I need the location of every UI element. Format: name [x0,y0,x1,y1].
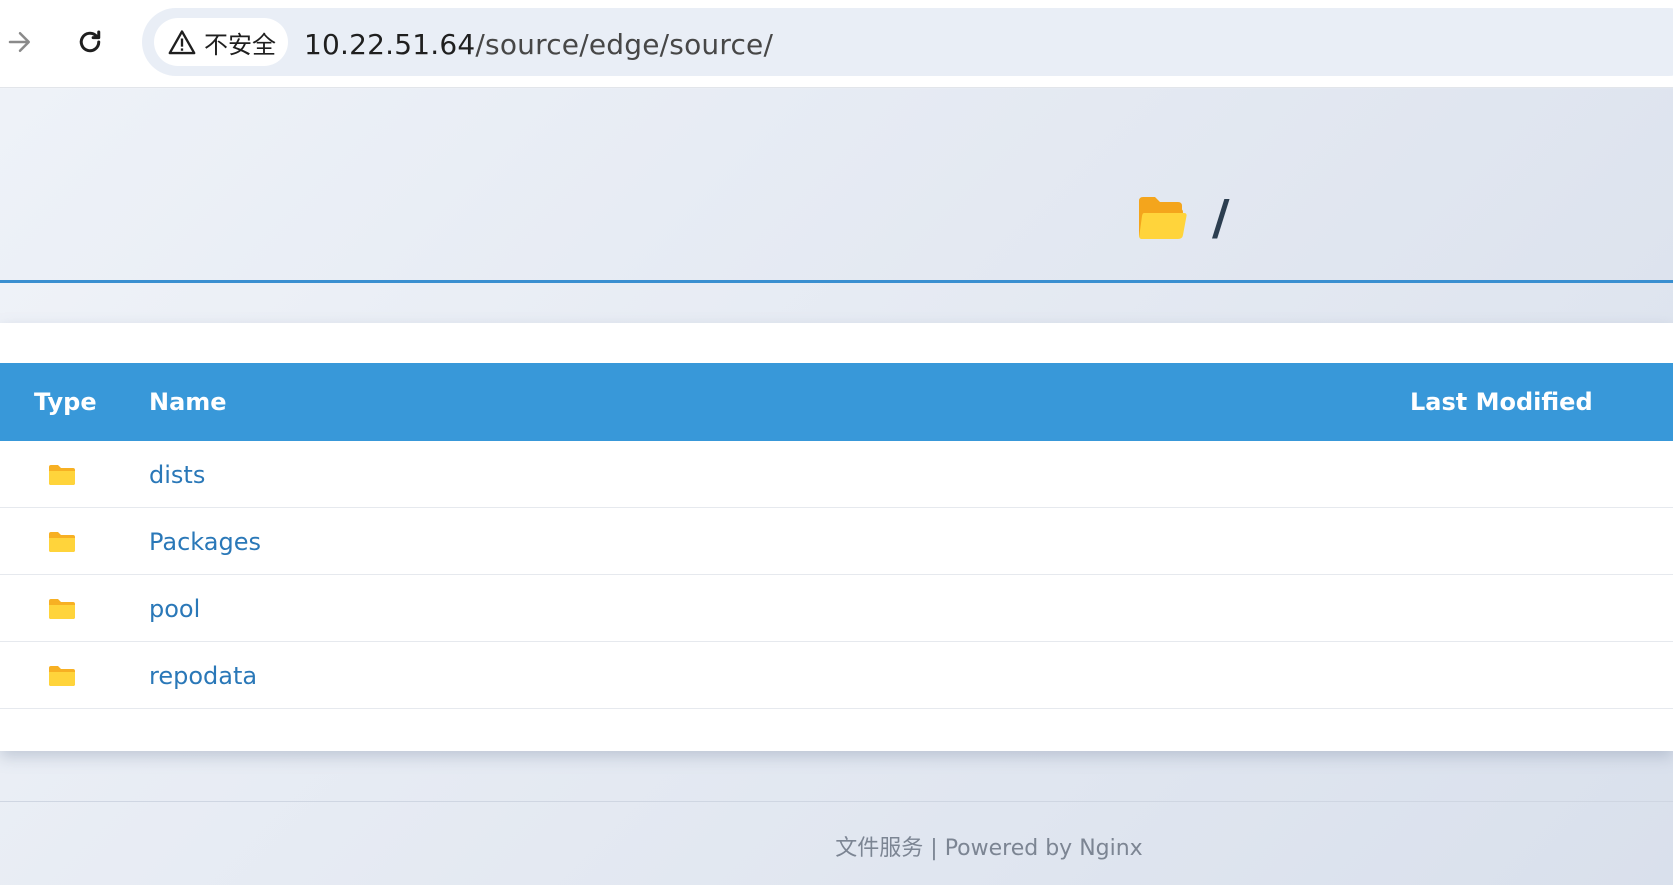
open-folder-icon [1139,197,1187,239]
column-header-type: Type [34,388,97,416]
address-bar[interactable]: 不安全 10.22.51.64/source/edge/source/ [142,8,1673,76]
column-header-name: Name [149,388,227,416]
page-header: / [0,89,1673,283]
footer: 文件服务 | Powered by Nginx [0,830,1673,862]
url-text[interactable]: 10.22.51.64/source/edge/source/ [304,28,773,61]
footer-text: 文件服务 | Powered by Nginx [835,836,1143,861]
security-indicator[interactable]: 不安全 [154,18,288,66]
folder-link[interactable]: pool [149,595,200,623]
table-row: Packages [0,508,1673,575]
footer-divider [0,801,1673,802]
warning-icon [168,30,196,55]
page-title-text: / [1212,190,1230,246]
browser-toolbar: 不安全 10.22.51.64/source/edge/source/ [0,0,1673,88]
folder-icon [48,665,76,692]
folder-icon [48,464,76,491]
table-row: pool [0,575,1673,642]
table-row: repodata [0,642,1673,709]
folder-link[interactable]: Packages [149,528,261,556]
table-header: Type Name Last Modified [0,363,1673,441]
column-header-last-modified: Last Modified [1410,388,1593,416]
folder-icon [48,531,76,558]
listing-panel: Type Name Last Modified dists Packages p… [0,323,1673,751]
table-row: dists [0,441,1673,508]
folder-icon [48,598,76,625]
security-label: 不安全 [204,30,276,59]
page-title: / [1136,194,1230,242]
reload-icon[interactable] [70,22,110,62]
forward-icon[interactable] [0,22,40,62]
url-path: /source/edge/source/ [475,28,774,61]
folder-link[interactable]: repodata [149,662,257,690]
folder-link[interactable]: dists [149,461,205,489]
url-host: 10.22.51.64 [304,28,476,61]
